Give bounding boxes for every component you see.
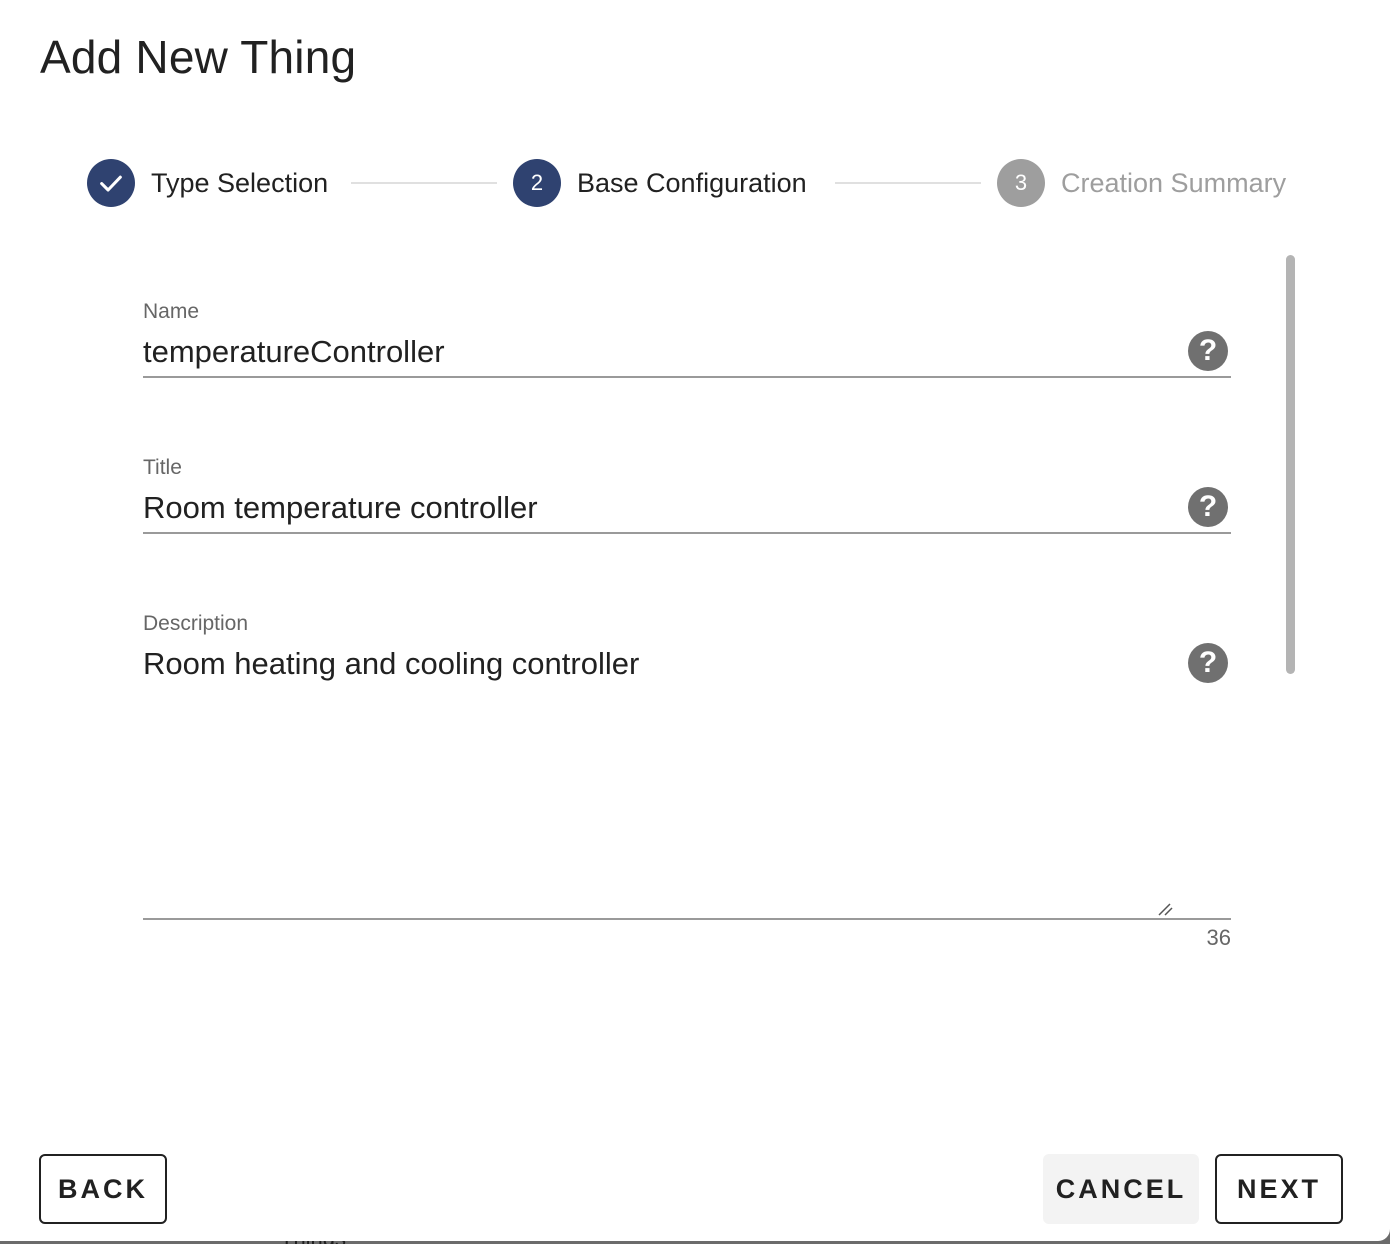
name-label: Name (143, 300, 200, 323)
name-input[interactable] (143, 332, 1231, 372)
add-thing-dialog: Add New Thing Type Selection 2 Base Conf… (0, 0, 1390, 1241)
description-textarea[interactable]: Room heating and cooling controller (143, 644, 1173, 892)
step-label: Creation Summary (1061, 167, 1287, 198)
title-field: Title ? (143, 456, 1231, 534)
name-underline (143, 376, 1231, 378)
step-type-selection[interactable]: Type Selection (87, 159, 328, 207)
title-underline (143, 532, 1231, 534)
step-connector (835, 182, 981, 184)
step-label: Type Selection (151, 167, 329, 198)
step-connector (351, 182, 497, 184)
check-icon (100, 175, 122, 192)
cancel-button[interactable]: CANCEL (1043, 1154, 1199, 1224)
help-circle-icon[interactable]: ? (1188, 487, 1228, 527)
back-button[interactable]: BACK (39, 1154, 167, 1224)
title-label: Title (143, 456, 182, 479)
scrollbar-thumb[interactable] (1286, 255, 1295, 674)
description-label: Description (143, 612, 249, 635)
name-field: Name ? (143, 300, 1231, 378)
character-counter: 36 (1206, 925, 1231, 950)
help-circle-icon[interactable]: ? (1188, 643, 1228, 683)
help-circle-icon[interactable]: ? (1188, 331, 1228, 371)
next-button[interactable]: NEXT (1215, 1154, 1343, 1224)
step-label: Base Configuration (577, 167, 807, 198)
description-underline (143, 918, 1231, 920)
step-base-configuration[interactable]: 2 Base Configuration (513, 159, 807, 207)
step-creation-summary[interactable]: 3 Creation Summary (997, 159, 1286, 207)
resize-handle-icon[interactable] (1157, 902, 1173, 916)
step-completed-badge (87, 159, 135, 207)
stepper: Type Selection 2 Base Configuration 3 Cr… (87, 159, 1307, 207)
description-field: Description Room heating and cooling con… (143, 612, 1231, 952)
step-number-badge: 3 (997, 159, 1045, 207)
dialog-title: Add New Thing (40, 31, 357, 83)
title-input[interactable] (143, 488, 1231, 528)
step-number-badge: 2 (513, 159, 561, 207)
